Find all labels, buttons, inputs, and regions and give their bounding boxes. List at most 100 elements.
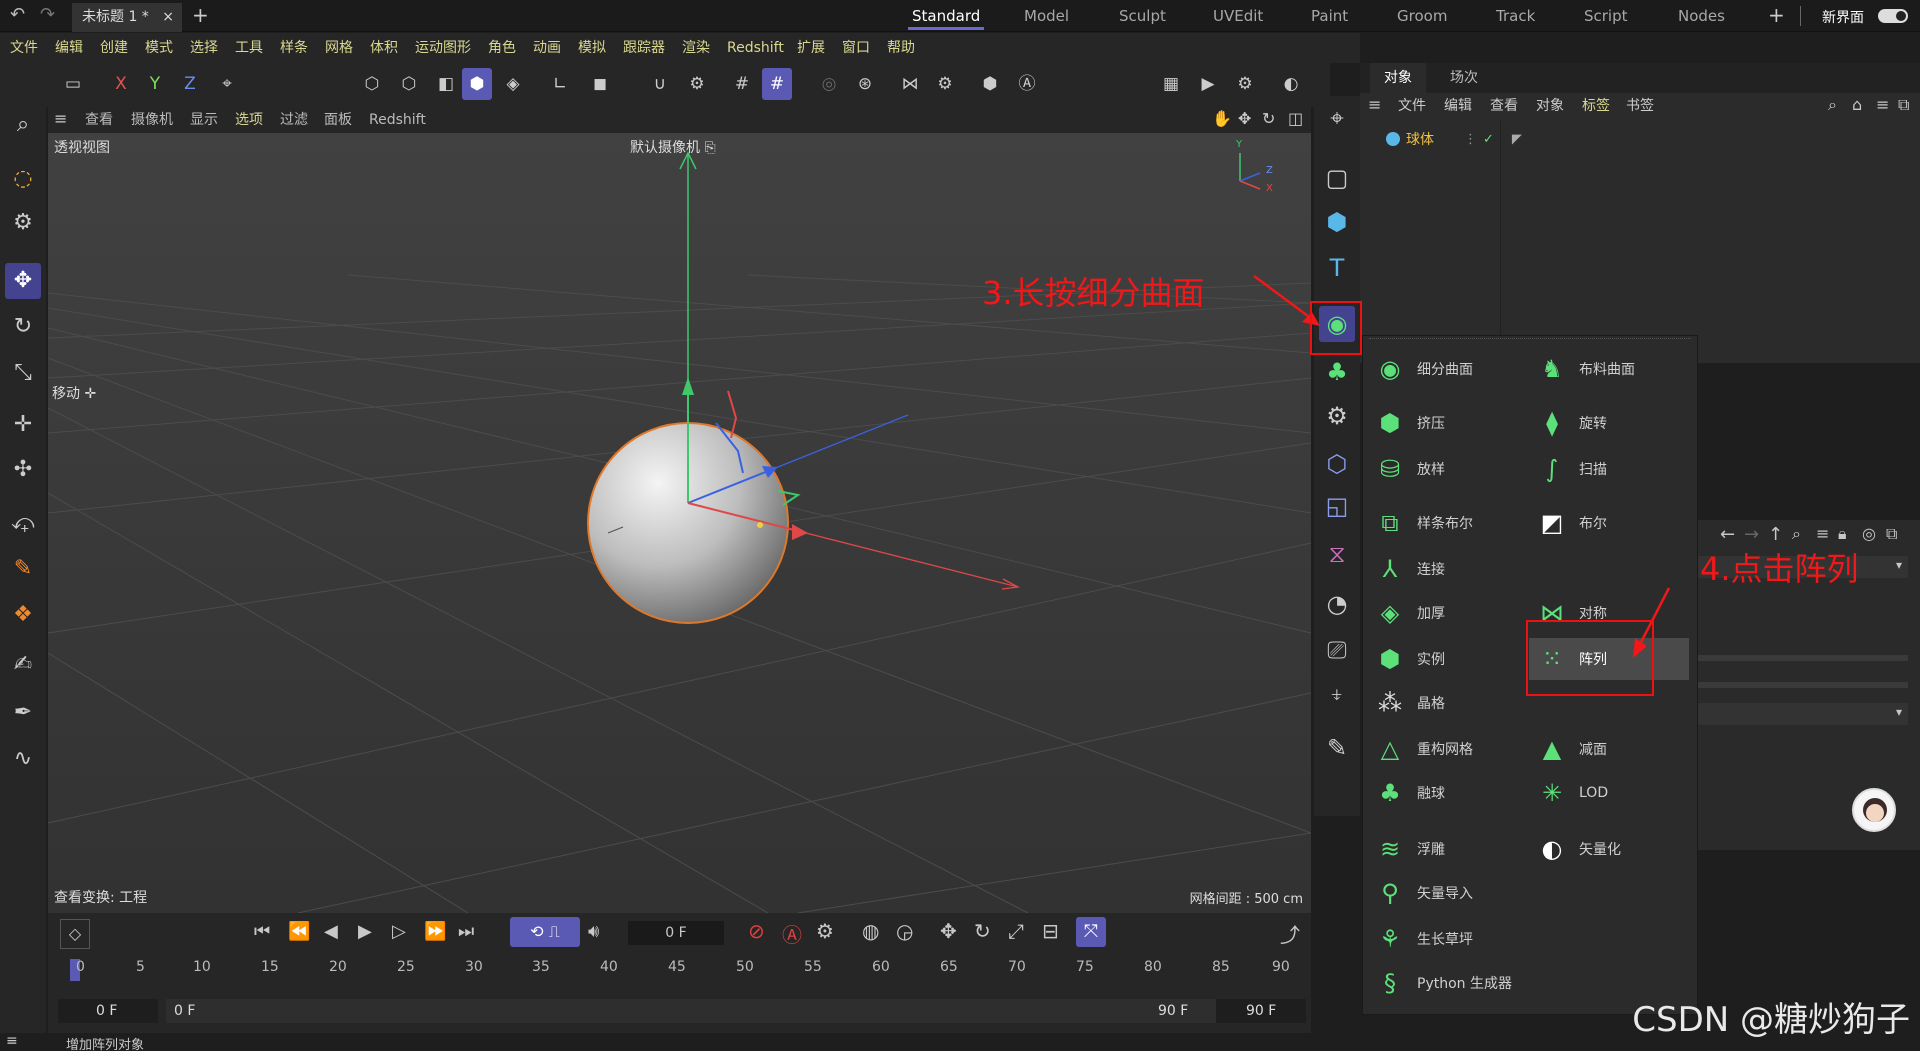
interactive-render-icon[interactable]: ◐ xyxy=(1276,68,1306,100)
current-frame-field[interactable]: 0 F xyxy=(628,921,724,945)
key-settings-icon[interactable]: ⚙ xyxy=(816,919,834,943)
target-icon[interactable]: ◎ xyxy=(1862,524,1876,543)
camera-selector[interactable]: 默认摄像机 ⎘ xyxy=(630,137,716,157)
go-to-end-icon[interactable]: ⏭ xyxy=(458,921,474,942)
keyframe-diamond-icon[interactable]: ◇ xyxy=(60,919,90,949)
placement-tool-icon[interactable]: ✣ xyxy=(5,452,41,488)
key-position-icon[interactable]: ✥ xyxy=(940,919,957,943)
key-param-icon[interactable]: ⊟ xyxy=(1042,919,1059,943)
snap-magnet-icon[interactable]: ∪ xyxy=(645,68,675,100)
axis-y-toggle[interactable]: Y xyxy=(140,68,170,100)
layout-tab-standard[interactable]: Standard xyxy=(907,0,985,32)
cloner-icon[interactable]: ♣ xyxy=(1319,354,1355,390)
spline-smooth-icon[interactable]: ∿ xyxy=(5,741,41,777)
pen-tool-icon[interactable]: ✒ xyxy=(5,695,41,731)
menu-item-boolean[interactable]: ◩ 布尔 xyxy=(1535,502,1685,544)
menu-item-grass[interactable]: ⚘ 生长草坪 xyxy=(1373,918,1523,960)
menu-animation[interactable]: 动画 xyxy=(533,33,561,63)
filter-icon[interactable]: ≡ xyxy=(1876,95,1889,114)
bend-tool-icon[interactable]: ⤽ xyxy=(5,505,41,541)
menu-item-sweep[interactable]: ∫ 扫描 xyxy=(1535,448,1685,490)
key-scale-icon[interactable]: ⤢ xyxy=(1008,919,1024,943)
viewport-menu-panel[interactable]: 面板 xyxy=(324,107,352,133)
menu-item-spline-boolean[interactable]: ⧉ 样条布尔 xyxy=(1373,502,1523,544)
menu-item-instance[interactable]: ⬢ 实例 xyxy=(1373,638,1523,680)
menu-item-relief[interactable]: ≋ 浮雕 xyxy=(1373,828,1523,870)
spline-rectangle-icon[interactable]: ▢ xyxy=(1319,160,1355,196)
polygons-mode-icon[interactable]: ◧ xyxy=(431,68,461,100)
grid-snap-icon[interactable]: # xyxy=(762,68,792,100)
solo-icon[interactable]: ◎ xyxy=(814,68,844,100)
hamburger-icon[interactable]: ≡ xyxy=(54,109,67,128)
auto-key-icon[interactable]: Ⓐ xyxy=(1012,68,1042,100)
menu-render[interactable]: 渲染 xyxy=(682,33,710,63)
add-layout-icon[interactable]: + xyxy=(1768,3,1785,27)
menu-item-vectorize[interactable]: ◐ 矢量化 xyxy=(1535,828,1685,870)
back-arrow-icon[interactable]: ← xyxy=(1720,524,1735,545)
null-object-icon[interactable]: ⌖ xyxy=(1319,100,1355,136)
toggle-switch-icon[interactable] xyxy=(1878,9,1908,23)
keyframe-selection-icon[interactable]: ◍ xyxy=(862,919,879,943)
tag-edit-icon[interactable]: ✎ xyxy=(1319,730,1355,766)
menu-item-cloth-surface[interactable]: ♞ 布料曲面 xyxy=(1535,348,1685,390)
key-rotation-icon[interactable]: ↻ xyxy=(974,919,991,943)
rotate-view-icon[interactable]: ↻ xyxy=(1262,109,1275,128)
record-icon[interactable]: ⊘ xyxy=(748,919,765,943)
min-frame-field[interactable]: 0 F xyxy=(58,999,158,1023)
field-icon[interactable]: ⬡ xyxy=(1319,446,1355,482)
archive-icon[interactable]: ▭ xyxy=(58,68,88,100)
autokey-icon[interactable]: Ⓐ xyxy=(782,919,802,948)
viewport-menu-options[interactable]: 选项 xyxy=(235,107,263,133)
axis-z-toggle[interactable]: Z xyxy=(175,68,205,100)
object-row-sphere[interactable]: 球体 ⋮ ✓ ◤ xyxy=(1360,129,1760,149)
render-view-icon[interactable]: ▦ xyxy=(1156,68,1186,100)
new-layout-label[interactable]: 新界面 xyxy=(1822,7,1864,27)
search-icon[interactable]: ⌕ xyxy=(1792,524,1801,544)
solo-settings-icon[interactable]: ⊛ xyxy=(850,68,880,100)
tab-takes[interactable]: 场次 xyxy=(1436,63,1492,93)
add-tab-icon[interactable]: + xyxy=(192,3,209,27)
deformer-icon[interactable]: ◱ xyxy=(1319,488,1355,524)
menu-item-metaball[interactable]: ♣ 融球 xyxy=(1373,772,1523,814)
om-menu-tags[interactable]: 标签 xyxy=(1582,93,1610,119)
document-tab[interactable]: 未标题 1 * × xyxy=(72,3,182,32)
layout-tab-script[interactable]: Script xyxy=(1584,0,1628,32)
brush-icon[interactable]: ✍ xyxy=(5,647,41,683)
menu-extensions[interactable]: 扩展 xyxy=(797,33,825,63)
new-window-icon[interactable]: ⧉ xyxy=(1886,524,1897,544)
graph-view-icon[interactable]: ⤴ xyxy=(1280,919,1300,948)
om-menu-edit[interactable]: 编辑 xyxy=(1444,93,1472,119)
menu-mode[interactable]: 模式 xyxy=(145,33,173,63)
key-pla-icon[interactable]: ⤧ xyxy=(1076,917,1106,947)
layout-tab-model[interactable]: Model xyxy=(1024,0,1069,32)
menu-redshift[interactable]: Redshift xyxy=(727,33,784,63)
viewport-menu-view[interactable]: 查看 xyxy=(85,107,113,133)
layout-tab-nodes[interactable]: Nodes xyxy=(1678,0,1725,32)
om-menu-bookmarks[interactable]: 书签 xyxy=(1626,93,1654,119)
up-arrow-icon[interactable]: ↑ xyxy=(1768,524,1783,545)
attr-dropdown[interactable]: ▾ xyxy=(1698,703,1908,725)
om-menu-object[interactable]: 对象 xyxy=(1536,93,1564,119)
lock-icon[interactable]: 🔒︎ xyxy=(1838,524,1847,544)
popup-drag-handle[interactable] xyxy=(1369,338,1691,342)
menu-item-remesh[interactable]: △ 重构网格 xyxy=(1373,728,1523,770)
coordinate-system-icon[interactable]: ⌖ xyxy=(212,68,242,100)
menu-item-atom-array[interactable]: ⁂ 晶格 xyxy=(1373,682,1523,724)
layout-tab-track[interactable]: Track xyxy=(1496,0,1535,32)
menu-edit[interactable]: 编辑 xyxy=(55,33,83,63)
home-icon[interactable]: ⌂ xyxy=(1852,95,1862,114)
spline-pen-icon[interactable]: ✎ xyxy=(5,551,41,587)
max-frame-field[interactable]: 90 F xyxy=(1216,999,1306,1023)
menu-item-subdivision-surface[interactable]: ◉ 细分曲面 xyxy=(1373,348,1523,390)
layout-tab-sculpt[interactable]: Sculpt xyxy=(1119,0,1166,32)
menu-item-lathe[interactable]: ⧫ 旋转 xyxy=(1535,402,1685,444)
layout-tab-groom[interactable]: Groom xyxy=(1397,0,1447,32)
menu-item-thicken[interactable]: ◈ 加厚 xyxy=(1373,592,1523,634)
rotate-tool-icon[interactable]: ↻ xyxy=(5,309,41,345)
menu-simulate[interactable]: 模拟 xyxy=(578,33,606,63)
menu-file[interactable]: 文件 xyxy=(10,33,38,63)
menu-mesh[interactable]: 网格 xyxy=(325,33,353,63)
menu-item-extrude[interactable]: ⬢ 挤压 xyxy=(1373,402,1523,444)
move-tool-icon[interactable]: ✥ xyxy=(5,263,41,299)
render-settings-icon[interactable]: ⚙ xyxy=(1230,68,1260,100)
